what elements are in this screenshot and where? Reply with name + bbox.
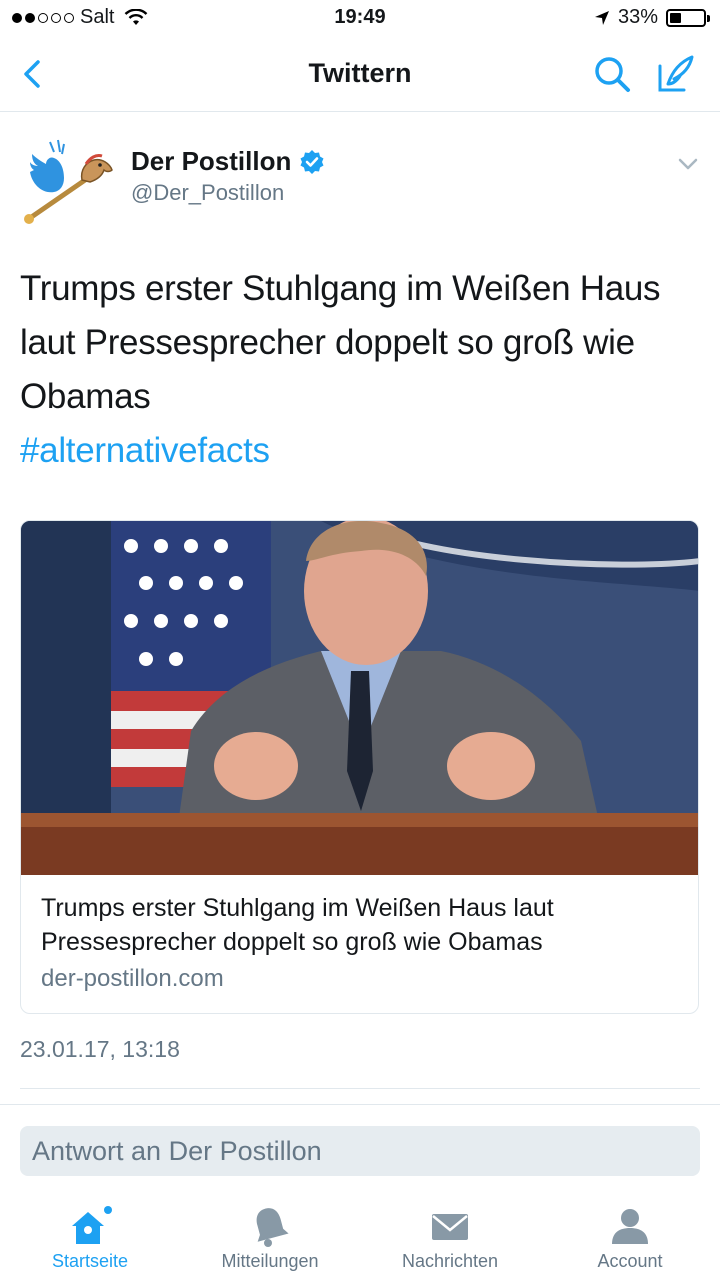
tab-label: Nachrichten [401, 1251, 499, 1271]
search-icon[interactable] [590, 52, 634, 96]
tab-label: Mitteilungen [221, 1251, 319, 1271]
hashtag-link[interactable]: #alternativefacts [20, 424, 700, 478]
navigation-bar: Twittern [0, 36, 720, 112]
battery-level [670, 12, 681, 23]
bell-icon [256, 1208, 289, 1247]
battery-percent: 33% [617, 6, 658, 28]
tweet-body: Trumps erster Stuhlgang im Weißen Haus l… [20, 269, 661, 416]
home-icon [72, 1206, 112, 1244]
tweet-text-block: Trumps erster Stuhlgang im Weißen Haus l… [20, 262, 700, 478]
tab-messages[interactable]: Nachrichten [360, 1188, 540, 1280]
compose-icon[interactable] [654, 52, 698, 96]
reply-input[interactable]: Antwort an Der Postillon [20, 1126, 700, 1176]
card-title[interactable]: Trumps erster Stuhlgang im Weißen Haus l… [41, 891, 681, 959]
divider [20, 1088, 700, 1089]
tab-notifications[interactable]: Mitteilungen [180, 1188, 360, 1280]
tab-account[interactable]: Account [540, 1188, 720, 1280]
card-domain[interactable]: der-postillon.com [41, 965, 224, 993]
author-handle[interactable]: @Der_Postillon [131, 180, 284, 206]
status-bar: Salt 19:49 33% [0, 0, 720, 36]
location-arrow-icon [594, 10, 609, 25]
envelope-icon [432, 1214, 468, 1240]
status-right-group: 33% [594, 6, 710, 29]
author-name-row[interactable]: Der Postillon [131, 146, 325, 177]
tab-label: Account [597, 1251, 663, 1271]
tab-label: Startseite [51, 1251, 129, 1271]
card-image[interactable] [21, 521, 699, 875]
verified-badge-icon [300, 149, 324, 174]
tweet-timestamp: 23.01.17, 13:18 [20, 1036, 180, 1062]
link-card[interactable]: Trumps erster Stuhlgang im Weißen Haus l… [20, 520, 699, 1014]
tab-home[interactable]: Startseite [0, 1188, 180, 1280]
person-icon [612, 1209, 648, 1244]
tab-bar: Startseite Mitteilungen Nachrichten Acco… [0, 1188, 720, 1280]
divider [0, 1104, 720, 1105]
author-avatar[interactable] [20, 134, 116, 230]
battery-icon [666, 8, 710, 27]
author-name[interactable]: Der Postillon [131, 146, 291, 177]
chevron-down-icon[interactable] [676, 152, 700, 176]
